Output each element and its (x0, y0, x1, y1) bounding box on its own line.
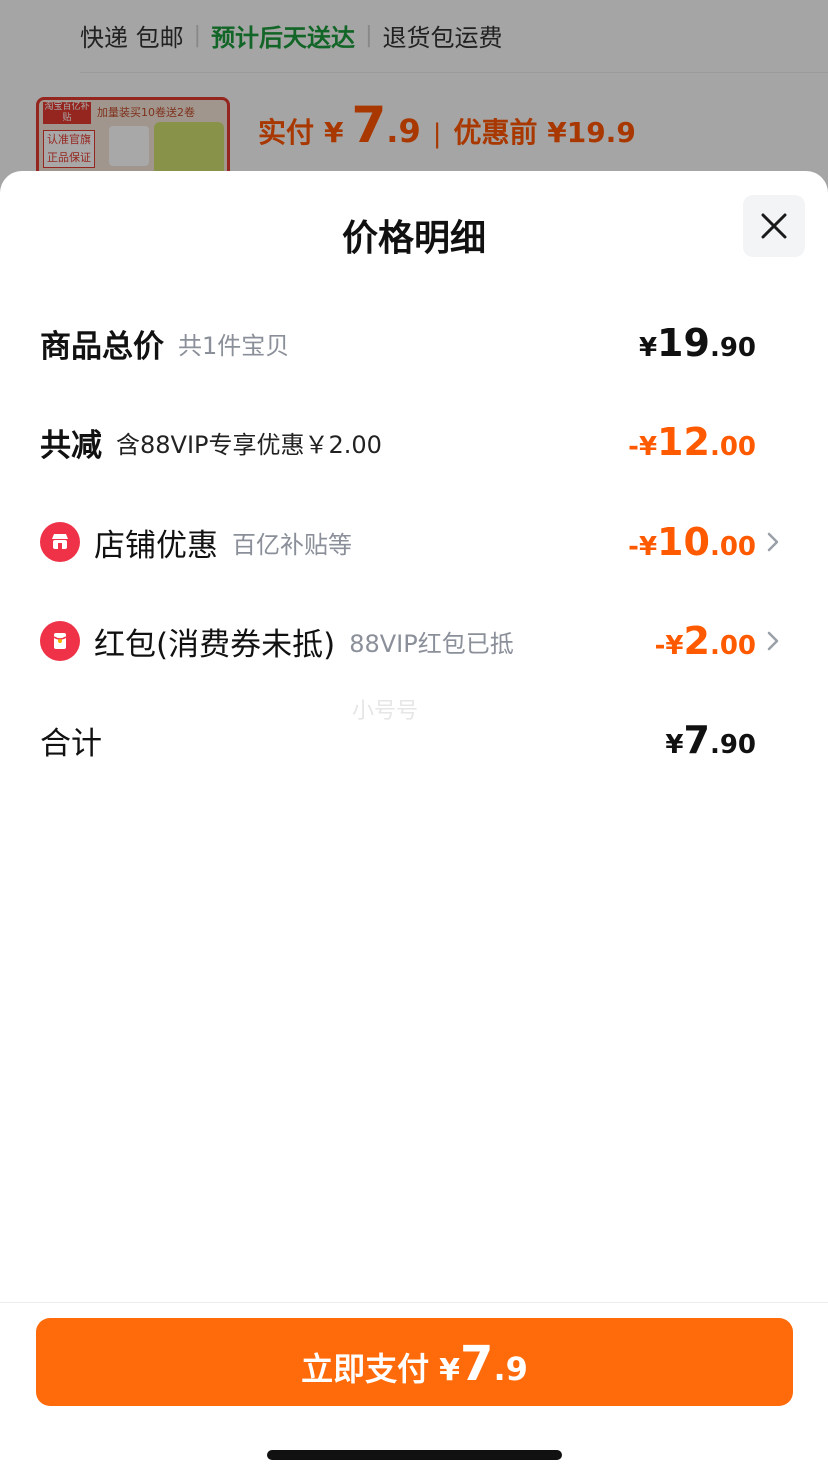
close-button[interactable] (743, 195, 805, 257)
row-label: 红包(消费券未抵) (94, 626, 336, 663)
row-sub: 含88VIP专享优惠￥2.00 (116, 430, 382, 459)
pay-label: 立即支付 (301, 1350, 430, 1388)
row-amount: ¥ 19 .90 (638, 321, 756, 365)
sheet-title: 价格明细 (341, 218, 486, 259)
modal-scrim[interactable] (0, 0, 828, 200)
close-icon (761, 213, 787, 239)
row-label: 合计 (40, 725, 102, 762)
row-grand-total: 合计 ¥ 7 .90 (40, 710, 780, 770)
row-red-packet[interactable]: 红包(消费券未抵) 88VIP红包已抵 -¥ 2 .00 (40, 611, 780, 671)
row-total-discount: 共减 含88VIP专享优惠￥2.00 -¥ 12 .00 (40, 412, 780, 472)
chevron-right-icon (756, 630, 780, 652)
row-sub: 88VIP红包已抵 (349, 629, 514, 658)
price-detail-sheet: 价格明细 商品总价 共1件宝贝 ¥ 19 .90 共减 含88VIP专享优惠￥2… (0, 171, 828, 1478)
red-packet-icon (40, 621, 80, 661)
row-label: 商品总价 (40, 328, 164, 365)
row-sub: 共1件宝贝 (178, 331, 290, 360)
row-sub: 百亿补贴等 (232, 530, 352, 559)
footer-divider (0, 1302, 828, 1303)
row-label: 店铺优惠 (94, 527, 218, 564)
chevron-right-icon (756, 531, 780, 553)
row-amount: ¥ 7 .90 (665, 718, 756, 762)
pay-int: 7 (460, 1336, 494, 1392)
row-amount: -¥ 2 .00 (654, 619, 756, 663)
row-goods-total: 商品总价 共1件宝贝 ¥ 19 .90 (40, 313, 780, 373)
pay-dec: .9 (493, 1350, 528, 1388)
row-store-discount[interactable]: 店铺优惠 百亿补贴等 -¥ 10 .00 (40, 512, 780, 572)
pay-currency: ¥ (439, 1353, 461, 1388)
home-indicator[interactable] (267, 1450, 562, 1460)
store-icon (40, 522, 80, 562)
row-amount: -¥ 12 .00 (628, 420, 756, 464)
pay-now-button[interactable]: 立即支付 ¥ 7 .9 (36, 1318, 793, 1406)
row-amount: -¥ 10 .00 (628, 520, 756, 564)
row-label: 共减 (40, 427, 102, 464)
